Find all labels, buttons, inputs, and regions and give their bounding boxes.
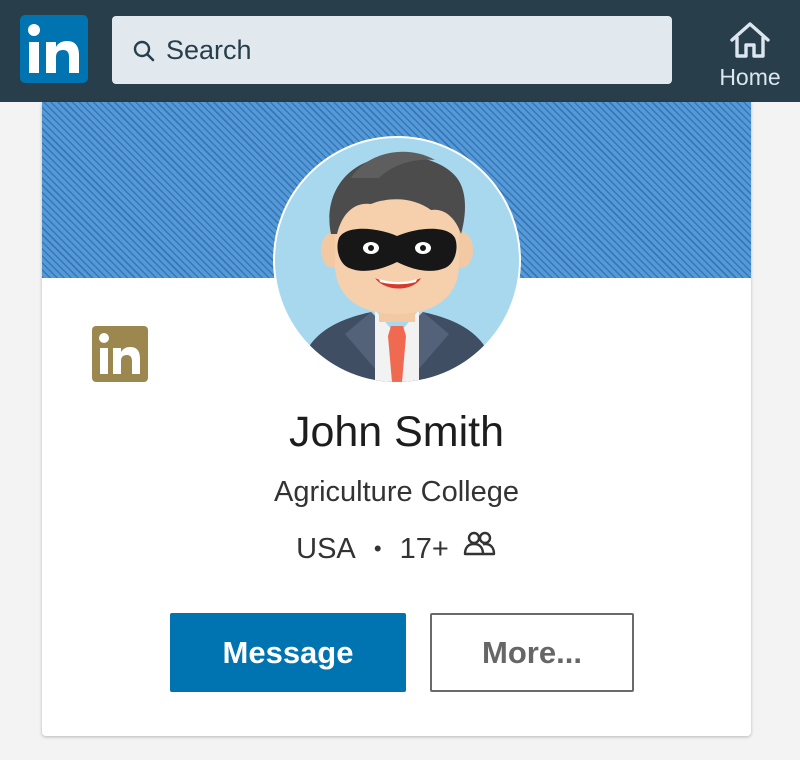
profile-headline: Agriculture College xyxy=(273,476,519,508)
profile-meta: USA • 17+ xyxy=(42,532,751,566)
connections-icon xyxy=(463,530,497,564)
more-button[interactable]: More... xyxy=(430,613,634,692)
message-button[interactable]: Message xyxy=(170,613,406,692)
masked-businessman-avatar[interactable] xyxy=(273,136,521,384)
search-icon xyxy=(133,40,155,62)
meta-separator: • xyxy=(373,536,382,562)
search-bar[interactable] xyxy=(112,16,672,84)
search-input[interactable] xyxy=(166,16,656,84)
nav-home-button[interactable]: Home xyxy=(706,14,794,94)
linkedin-logo-gold-icon[interactable] xyxy=(92,326,148,382)
profile-name: John Smith xyxy=(288,408,505,456)
home-icon xyxy=(730,22,770,58)
profile-card: John Smith Agriculture College USA • 17+… xyxy=(42,102,751,736)
top-nav-bar: Home xyxy=(0,0,800,102)
connections-count[interactable]: 17+ xyxy=(400,533,449,566)
nav-home-label: Home xyxy=(719,64,781,90)
profile-location: USA xyxy=(296,532,356,565)
linkedin-logo-icon[interactable] xyxy=(20,15,88,83)
